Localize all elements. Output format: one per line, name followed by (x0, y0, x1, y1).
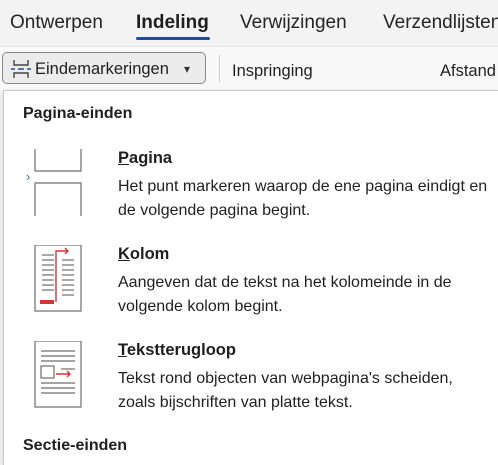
chevron-right-icon: › (26, 169, 31, 184)
page-break-thumbnail-icon (34, 149, 82, 216)
menu-item-text-wrapping[interactable]: Tekstterugloop Tekst rond objecten van w… (4, 341, 498, 436)
tab-references[interactable]: Verwijzingen (240, 12, 347, 34)
menu-item-description: Het punt markeren waarop de ene pagina e… (118, 178, 488, 219)
breaks-dropdown-menu: Pagina-einden › Pagina Het punt markeren… (3, 90, 498, 465)
ribbon-tabs: Ontwerpen Indeling Verwijzingen Verzendl… (0, 0, 498, 46)
indent-label: Inspringing (232, 62, 313, 80)
column-break-thumbnail-icon (34, 245, 82, 312)
ribbon-divider (219, 55, 220, 83)
breaks-button-label: Eindemarkeringen (35, 60, 169, 78)
breaks-button[interactable]: Eindemarkeringen ▾ (2, 52, 206, 84)
section-breaks-header: Sectie-einden (23, 437, 128, 454)
menu-item-title: Tekstterugloop (118, 341, 236, 359)
menu-item-page-break[interactable]: › Pagina Het punt markeren waarop de ene… (4, 149, 498, 244)
tab-mailings[interactable]: Verzendlijsten (383, 12, 498, 34)
page-breaks-header: Pagina-einden (23, 105, 133, 122)
chevron-down-icon: ▾ (184, 62, 191, 76)
ribbon-bar: Eindemarkeringen ▾ Inspringing Afstand (0, 46, 498, 91)
tab-design[interactable]: Ontwerpen (10, 12, 103, 34)
menu-item-title: Kolom (118, 245, 170, 263)
menu-item-column-break[interactable]: Kolom Aangeven dat de tekst na het kolom… (4, 245, 498, 340)
tab-layout[interactable]: Indeling (136, 12, 209, 34)
active-tab-indicator (136, 37, 210, 40)
page-break-icon (11, 60, 31, 78)
menu-item-description: Aangeven dat de tekst na het kolomeinde … (118, 274, 452, 315)
text-wrapping-thumbnail-icon (34, 341, 82, 408)
menu-item-title: Pagina (118, 149, 173, 167)
menu-item-description: Tekst rond objecten van webpagina's sche… (118, 370, 453, 411)
spacing-label: Afstand (440, 62, 496, 80)
